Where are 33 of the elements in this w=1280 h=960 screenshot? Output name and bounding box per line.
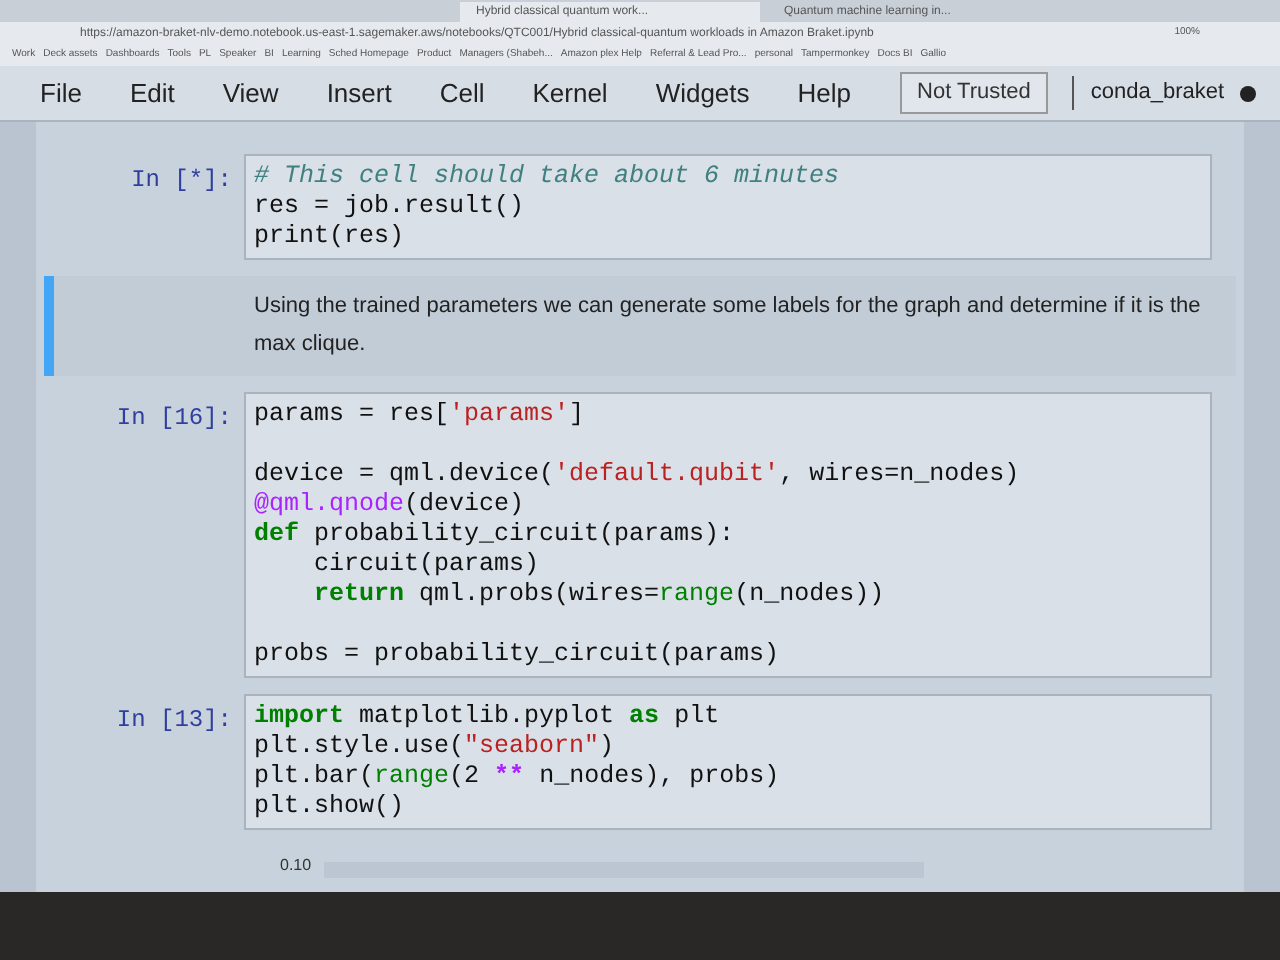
code-line: res = job.result(): [254, 192, 525, 222]
code-line: @qml.qnode(device): [254, 490, 525, 520]
kernel-name: conda_braket: [1072, 76, 1225, 110]
code-cell[interactable]: import matplotlib.pyplot as plt plt.style.use("seaborn") plt.bar(range(2 ** n_nodes), probs) plt.show(): [244, 694, 1212, 830]
code-line: import matplotlib.pyplot as plt: [254, 702, 720, 732]
menu-item[interactable]: View: [222, 73, 279, 113]
menu-item[interactable]: Cell: [439, 73, 485, 113]
axis-tick-label: 0.10: [280, 854, 312, 878]
menu-item[interactable]: Edit: [129, 73, 175, 113]
code-line: plt.bar(range(2 ** n_nodes), probs): [254, 762, 780, 792]
code-line: circuit(params): [312, 550, 540, 580]
code-line: print(res): [254, 222, 405, 252]
code-line: plt.show(): [254, 792, 405, 822]
code-cell[interactable]: # This cell should take about 6 minutes res = job.result() print(res): [244, 154, 1212, 260]
markdown-cell[interactable]: Using the trained parameters we can generate some labels for the graph and determine if it is the max clique.: [44, 276, 1236, 376]
code-line: plt.style.use("seaborn"): [254, 732, 615, 762]
markdown-text: Using the trained parameters we can generate some labels for the graph and determine if it is the max clique.: [254, 292, 1203, 360]
cell-prompt: In [13]:: [114, 704, 234, 738]
code-line: # This cell should take about 6 minutes: [254, 162, 840, 192]
code-cell[interactable]: [244, 392, 1212, 678]
menu-item[interactable]: Kernel: [532, 73, 608, 113]
trust-indicator[interactable]: Not Trusted: [899, 72, 1049, 114]
code-line: params = res['params']: [254, 400, 585, 430]
code-line: def probability_circuit(params):: [254, 520, 735, 550]
code-line: return qml.probs(wires=range(n_nodes)): [312, 580, 885, 610]
cell-prompt: In [16]:: [114, 402, 234, 436]
code-line: device = qml.device('default.qubit', wires=n_nodes): [254, 460, 1020, 490]
menu-item[interactable]: File: [40, 73, 82, 113]
menu-item[interactable]: Insert: [326, 73, 392, 113]
cell-prompt: In [*]:: [129, 164, 234, 198]
code-line: probs = probability_circuit(params): [254, 640, 780, 670]
menu-item[interactable]: Help: [797, 73, 852, 113]
menu-item[interactable]: Widgets: [655, 73, 750, 113]
